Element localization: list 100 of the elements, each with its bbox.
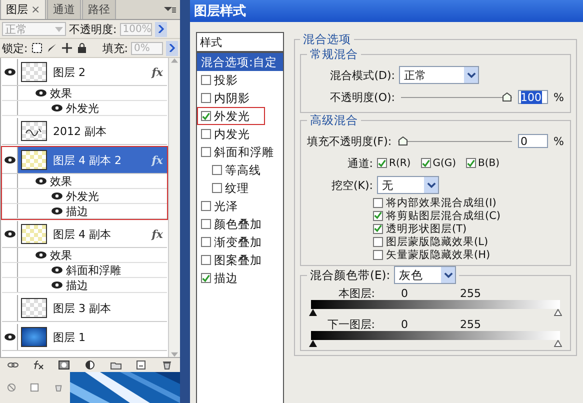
eye-icon[interactable] [35,251,47,259]
eye-icon[interactable] [35,177,47,185]
arrow-right-icon[interactable] [166,40,178,56]
slider-thumb[interactable] [309,309,317,316]
layer-name: 图层 1 [53,330,86,344]
new-layer-icon[interactable] [135,360,148,370]
checkbox[interactable] [373,198,383,208]
slider-thumb[interactable] [309,340,317,347]
checkbox[interactable] [420,158,431,168]
effect-name: 描边 [66,278,88,292]
new-layer-icon[interactable] [30,383,40,392]
style-item[interactable]: 颜色叠加 [214,216,262,232]
opacity-field[interactable]: 100 [518,90,548,104]
layer-row[interactable]: 图层 1 [2,324,167,351]
checkbox-label[interactable]: G(G) [432,158,456,168]
layer-row[interactable]: 2012 副本 [2,118,167,145]
eye-icon[interactable] [4,68,16,76]
fx-icon[interactable] [32,360,45,370]
link-icon[interactable] [6,360,19,370]
panel-tab[interactable]: 路径 [82,0,116,19]
style-item[interactable]: 图案叠加 [214,252,262,268]
checkbox-label[interactable]: 矢量蒙版隐藏效果(H) [386,248,490,262]
lock-label: 锁定: [2,40,28,56]
eye-icon[interactable] [35,89,47,97]
lock-transparency-icon[interactable] [32,43,42,53]
blend-if-dropdown[interactable]: 灰色 [394,266,456,284]
checkbox-label[interactable]: 将内部效果混合成组(I) [386,196,496,210]
move-icon[interactable] [62,43,72,53]
blend-mode-dropdown[interactable]: 正常 [399,66,479,84]
eye-icon[interactable] [51,281,63,289]
slider-thumb[interactable] [554,340,562,347]
checkbox-label[interactable]: R(R) [389,158,411,168]
no-entry-icon[interactable] [7,383,16,392]
section-title: 高级混合 [309,113,359,128]
layer-name: 2012 副本 [53,124,108,138]
style-item[interactable]: 投影 [214,72,238,88]
checkbox[interactable] [466,158,476,168]
eye-icon[interactable] [51,266,63,274]
fill-opacity-slider[interactable] [398,135,512,147]
mask-icon[interactable] [58,360,70,370]
fill-opacity-field[interactable]: 0 [518,134,548,148]
eye-icon[interactable] [51,192,63,200]
style-item[interactable]: 渐变叠加 [214,234,262,250]
layer-row[interactable]: 图层 3 副本 [2,295,167,322]
layer-row[interactable]: 图层 4 副本 fx [2,221,167,248]
checkbox[interactable] [201,273,211,283]
trash-icon[interactable] [54,383,63,392]
checkbox[interactable] [373,224,383,234]
layer-row[interactable]: 图层 2 fx [2,59,167,86]
eye-icon[interactable] [4,156,16,164]
band-low-value: 0 [401,286,408,300]
brush-icon[interactable] [46,43,57,53]
checkbox[interactable] [201,237,211,247]
eye-icon[interactable] [51,207,63,215]
style-item[interactable]: 内阴影 [214,90,250,106]
eye-icon[interactable] [4,230,16,238]
checkbox[interactable] [201,201,211,211]
style-item[interactable]: 等高线 [225,162,261,178]
slider-thumb[interactable] [554,309,562,316]
checkbox-label[interactable]: 将剪贴图层混合成组(C) [386,208,501,222]
checkbox[interactable] [201,129,211,139]
adjustment-icon[interactable] [84,360,96,370]
checkbox[interactable] [201,93,211,103]
style-item[interactable]: 斜面和浮雕 [214,144,274,160]
style-item[interactable]: 混合选项:自定 [197,53,283,71]
panel-tab[interactable]: 通道 [47,0,82,19]
slider-thumb[interactable] [398,136,408,146]
section-title: 常规混合 [309,47,359,62]
checkbox[interactable] [212,183,222,193]
slider-thumb[interactable] [502,92,512,102]
style-item[interactable]: 描边 [214,270,238,286]
checkbox-label[interactable]: 透明形状图层(T) [386,222,467,236]
panel-tab[interactable]: 图层 × [0,0,46,19]
eye-icon[interactable] [4,333,16,341]
knockout-dropdown[interactable]: 无 [377,176,439,194]
trash-icon[interactable] [161,360,174,370]
panel-menu-icon[interactable] [164,6,176,14]
band-low-value: 0 [401,318,408,330]
checkbox[interactable] [201,111,211,121]
checkbox[interactable] [373,236,383,246]
checkbox-label[interactable]: B(B) [478,158,500,168]
checkbox[interactable] [201,255,211,265]
checkbox[interactable] [373,210,383,220]
checkbox[interactable] [212,165,222,175]
style-item[interactable]: 纹理 [225,180,249,196]
style-item[interactable]: 光泽 [214,198,238,214]
lock-icon[interactable] [76,43,87,53]
checkbox[interactable] [201,75,211,85]
checkbox[interactable] [201,147,211,157]
arrow-right-icon[interactable] [154,22,167,36]
style-item[interactable]: 内发光 [214,126,250,142]
folder-icon[interactable] [110,360,122,370]
channels-label: 通道: [346,156,373,170]
checkbox[interactable] [373,250,383,260]
checkbox[interactable] [377,158,387,168]
checkbox-label[interactable]: 图层蒙版隐藏效果(L) [386,234,488,248]
layer-row[interactable]: 图层 4 副本 2 fx [2,147,167,174]
eye-icon[interactable] [51,104,63,112]
opacity-slider[interactable] [401,91,512,103]
checkbox[interactable] [201,219,211,229]
